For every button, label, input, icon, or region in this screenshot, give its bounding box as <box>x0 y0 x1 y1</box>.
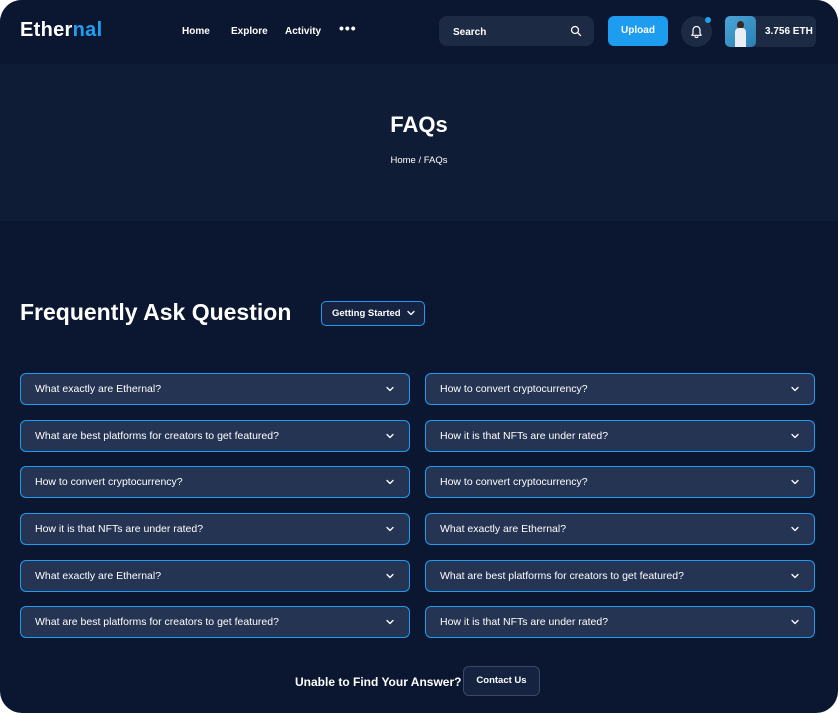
avatar-body <box>735 28 746 47</box>
contact-us-button[interactable]: Contact Us <box>463 666 540 696</box>
chevron-down-icon <box>791 386 799 392</box>
faq-item[interactable]: How to convert cryptocurrency? <box>20 466 410 498</box>
faq-item[interactable]: What exactly are Ethernal? <box>20 560 410 592</box>
chevron-down-icon <box>386 386 394 392</box>
more-menu-icon[interactable]: ••• <box>339 20 357 36</box>
logo-main: Ether <box>20 19 73 41</box>
bell-icon <box>691 25 702 39</box>
faq-item[interactable]: How to convert cryptocurrency? <box>425 466 815 498</box>
help-prompt: Unable to Find Your Answer? <box>295 675 462 689</box>
faq-question: What exactly are Ethernal? <box>35 383 162 395</box>
faq-item[interactable]: How to convert cryptocurrency? <box>425 373 815 405</box>
chevron-down-icon <box>386 433 394 439</box>
faq-question: How it is that NFTs are under rated? <box>440 616 609 628</box>
nav-explore[interactable]: Explore <box>231 26 268 37</box>
faq-question: How it is that NFTs are under rated? <box>35 523 204 535</box>
notification-button[interactable] <box>681 16 712 47</box>
avatar <box>725 16 756 47</box>
chevron-down-icon <box>386 479 394 485</box>
faq-item[interactable]: What exactly are Ethernal? <box>20 373 410 405</box>
faq-item[interactable]: How it is that NFTs are under rated? <box>425 606 815 638</box>
chevron-down-icon <box>386 573 394 579</box>
upload-button[interactable]: Upload <box>608 16 668 46</box>
logo-accent: nal <box>72 19 103 41</box>
notification-dot <box>705 17 711 23</box>
faq-question: What exactly are Ethernal? <box>35 570 162 582</box>
faq-heading: Frequently Ask Question <box>20 299 292 325</box>
search-icon[interactable] <box>570 25 582 37</box>
faq-item[interactable]: What are best platforms for creators to … <box>20 420 410 452</box>
search-box <box>439 16 594 46</box>
chevron-down-icon <box>791 479 799 485</box>
page-title: FAQs <box>390 112 448 137</box>
nav-home[interactable]: Home <box>182 26 210 37</box>
faq-item[interactable]: What are best platforms for creators to … <box>20 606 410 638</box>
faq-question: How to convert cryptocurrency? <box>440 383 588 395</box>
faq-item[interactable]: How it is that NFTs are under rated? <box>20 513 410 545</box>
wallet-button[interactable]: 3.756 ETH <box>725 16 816 47</box>
chevron-down-icon <box>791 526 799 532</box>
breadcrumb: Home / FAQs <box>390 155 448 166</box>
search-input[interactable] <box>451 23 565 41</box>
chevron-down-icon <box>791 573 799 579</box>
faq-question: What are best platforms for creators to … <box>35 616 279 628</box>
nav-activity[interactable]: Activity <box>285 26 321 37</box>
faq-question: How it is that NFTs are under rated? <box>440 430 609 442</box>
wallet-balance: 3.756 ETH <box>765 26 813 37</box>
faq-question: How to convert cryptocurrency? <box>440 476 588 488</box>
chevron-down-icon <box>386 619 394 625</box>
page-hero: FAQs Home / FAQs <box>0 64 838 221</box>
logo[interactable]: Ethernal <box>20 19 102 42</box>
page-frame: Ethernal Home Explore Activity ••• Uploa… <box>0 0 838 713</box>
faq-question: How to convert cryptocurrency? <box>35 476 183 488</box>
faq-question: What are best platforms for creators to … <box>35 430 279 442</box>
category-label: Getting Started <box>332 308 401 319</box>
faq-item[interactable]: What exactly are Ethernal? <box>425 513 815 545</box>
faq-question: What are best platforms for creators to … <box>440 570 684 582</box>
chevron-down-icon <box>791 619 799 625</box>
chevron-down-icon <box>407 310 415 316</box>
chevron-down-icon <box>791 433 799 439</box>
faq-question: What exactly are Ethernal? <box>440 523 567 535</box>
category-dropdown[interactable]: Getting Started <box>321 301 425 326</box>
faq-item[interactable]: How it is that NFTs are under rated? <box>425 420 815 452</box>
chevron-down-icon <box>386 526 394 532</box>
faq-item[interactable]: What are best platforms for creators to … <box>425 560 815 592</box>
top-header: Ethernal Home Explore Activity ••• Uploa… <box>0 0 838 64</box>
